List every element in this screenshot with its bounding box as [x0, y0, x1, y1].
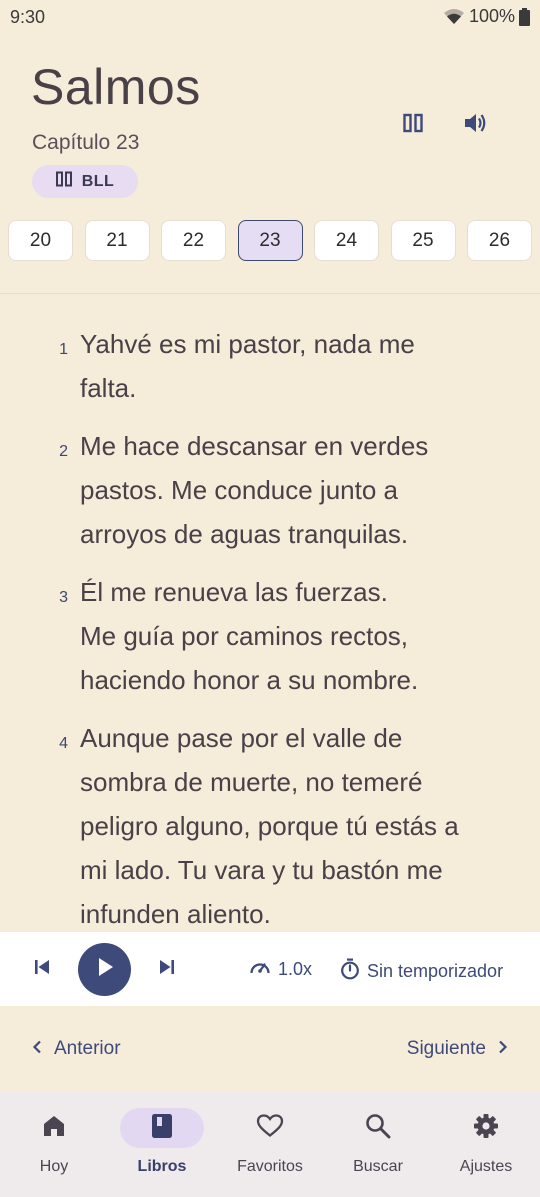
verse-line: Él me renueva las fuerzas. [80, 577, 388, 607]
verse-line: Me guía por caminos rectos, [80, 621, 409, 651]
volume-icon [464, 112, 488, 139]
parallel-view-button[interactable] [393, 105, 433, 145]
verse-list: 1 Yahvé es mi pastor, nada me falta. 2 M… [0, 322, 540, 932]
skip-next-icon [159, 959, 175, 980]
chapter-pill[interactable]: 26 [467, 220, 532, 261]
play-icon [96, 957, 114, 982]
skip-next-button[interactable] [153, 954, 181, 984]
chapter-selector: 20 21 22 23 24 25 26 [8, 220, 532, 261]
verse-line: infunden aliento. [80, 899, 271, 929]
nav-item-favoritos[interactable]: Favoritos [216, 1092, 324, 1197]
book-icon [151, 1113, 173, 1144]
nav-icon-container [444, 1108, 528, 1148]
bottom-navigation: Hoy Libros Favoritos Buscar Ajustes [0, 1092, 540, 1197]
divider [0, 293, 540, 294]
skip-previous-icon [34, 959, 50, 980]
verse-line: pastos. Me conduce junto a [80, 475, 398, 505]
heart-icon [256, 1113, 284, 1143]
nav-icon-container [228, 1108, 312, 1148]
nav-icon-container [336, 1108, 420, 1148]
verse-line: haciendo honor a su nombre. [80, 665, 419, 695]
next-chapter-link[interactable]: Siguiente [407, 1038, 508, 1060]
gear-icon [473, 1113, 499, 1144]
verse-text: Aunque pase por el valle de sombra de mu… [80, 716, 520, 932]
chapter-label: Capítulo 23 [32, 131, 140, 154]
nav-label: Favoritos [237, 1158, 303, 1175]
chevron-right-icon [498, 1038, 508, 1060]
verse-line: falta. [80, 373, 137, 403]
verse: 4 Aunque pase por el valle de sombra de … [0, 716, 540, 932]
sleep-timer[interactable]: Sin temporizador [340, 958, 503, 985]
verse-text: Él me renueva las fuerzas. Me guía por c… [80, 570, 520, 702]
verse-line: mi lado. Tu vara y tu bastón me [80, 855, 443, 885]
chevron-left-icon [32, 1038, 42, 1060]
timer-icon [340, 958, 360, 985]
home-icon [42, 1114, 66, 1143]
verse: 1 Yahvé es mi pastor, nada me falta. [0, 322, 540, 410]
verse-line: Me hace descansar en verdes [80, 431, 429, 461]
nav-item-libros[interactable]: Libros [108, 1092, 216, 1197]
chapter-pill[interactable]: 20 [8, 220, 73, 261]
verse: 2 Me hace descansar en verdes pastos. Me… [0, 424, 540, 556]
previous-label: Anterior [54, 1038, 121, 1059]
nav-icon-container [12, 1108, 96, 1148]
chapter-pill[interactable]: 21 [84, 220, 150, 261]
verse: 3 Él me renueva las fuerzas. Me guía por… [0, 570, 540, 702]
chapter-pill[interactable]: 22 [161, 220, 226, 261]
status-icons: 100% [443, 6, 530, 27]
battery-label: 100% [468, 6, 515, 26]
verse-number: 1 [59, 341, 68, 358]
parallel-view-icon [403, 113, 423, 138]
next-label: Siguiente [406, 1038, 486, 1059]
skip-previous-button[interactable] [28, 954, 56, 984]
chapter-navigation: Anterior Siguiente [0, 1006, 540, 1092]
book-title: Salmos [31, 59, 201, 115]
status-time: 9:30 [10, 7, 46, 27]
battery-icon [519, 7, 530, 26]
timer-label: Sin temporizador [367, 961, 504, 981]
verse-number: 4 [59, 735, 68, 752]
version-chip[interactable]: BLL [32, 165, 138, 198]
audio-button[interactable] [456, 105, 496, 145]
verse-line: sombra de muerte, no temeré [80, 767, 423, 797]
verse-line: arroyos de aguas tranquilas. [80, 519, 409, 549]
nav-label: Hoy [39, 1158, 69, 1175]
wifi-icon [443, 8, 465, 26]
playback-speed[interactable]: 1.0x [249, 958, 312, 981]
verse-line: Yahvé es mi pastor, nada me [80, 329, 415, 359]
chapter-pill[interactable]: 25 [390, 220, 456, 261]
previous-chapter-link[interactable]: Anterior [32, 1038, 121, 1060]
nav-label: Ajustes [459, 1158, 513, 1175]
nav-item-hoy[interactable]: Hoy [0, 1092, 108, 1197]
nav-label: Libros [137, 1158, 187, 1175]
nav-label: Buscar [353, 1158, 403, 1175]
parallel-view-icon [55, 171, 72, 192]
speed-gauge-icon [249, 958, 271, 981]
chapter-pill-active[interactable]: 23 [237, 220, 303, 261]
version-label: BLL [81, 172, 115, 190]
chapter-pill[interactable]: 24 [314, 220, 379, 261]
nav-item-ajustes[interactable]: Ajustes [432, 1092, 540, 1197]
nav-item-buscar[interactable]: Buscar [324, 1092, 432, 1197]
verse-number: 3 [59, 589, 68, 606]
verse-number: 2 [59, 443, 68, 460]
verse-text: Me hace descansar en verdes pastos. Me c… [80, 424, 520, 556]
verse-line: peligro alguno, porque tú estás a [80, 811, 459, 841]
verse-line: Aunque pase por el valle de [80, 723, 403, 753]
nav-icon-container [120, 1108, 204, 1148]
speed-label: 1.0x [278, 959, 313, 979]
audio-player: 1.0x Sin temporizador [0, 932, 540, 1006]
verse-text: Yahvé es mi pastor, nada me falta. [80, 322, 520, 410]
search-icon [365, 1113, 391, 1144]
play-button[interactable] [78, 943, 131, 996]
status-bar: 9:30 100% [0, 0, 540, 34]
